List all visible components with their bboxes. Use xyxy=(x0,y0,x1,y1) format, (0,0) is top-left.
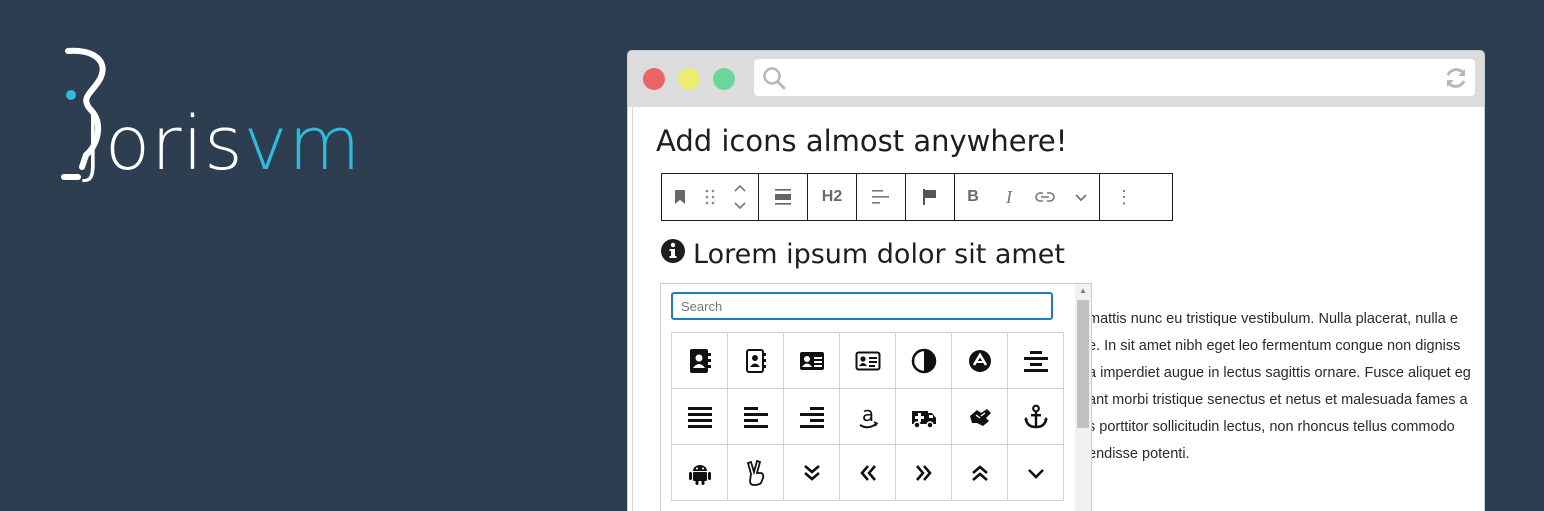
icon-grid: a xyxy=(671,332,1064,501)
address-book-outline-icon[interactable] xyxy=(728,333,784,389)
close-window-button[interactable] xyxy=(643,68,665,90)
anchor-icon[interactable] xyxy=(1008,389,1064,445)
more-options-button[interactable]: ⋮ xyxy=(1100,174,1148,220)
peace-hand-icon[interactable] xyxy=(728,445,784,501)
angle-double-right-icon[interactable] xyxy=(896,445,952,501)
toolbar-group-block xyxy=(662,174,759,220)
align-right-icon[interactable] xyxy=(784,389,840,445)
toolbar-group-format: B I xyxy=(955,174,1100,220)
toolbar-group-icon xyxy=(906,174,955,220)
search-icon xyxy=(762,66,786,95)
svg-text:a: a xyxy=(861,404,873,426)
paragraph-block[interactable]: mattis nunc eu tristique vestibulum. Nul… xyxy=(1088,306,1484,468)
angle-double-up-icon[interactable] xyxy=(952,445,1008,501)
paragraph-line: a imperdiet augue in lectus sagittis orn… xyxy=(1088,365,1471,381)
amazon-icon[interactable]: a xyxy=(840,389,896,445)
angle-down-icon[interactable] xyxy=(1008,445,1064,501)
logo-wordmark: Jorisvm xyxy=(82,104,362,184)
scroll-thumb[interactable] xyxy=(1077,300,1089,428)
page-title: Add icons almost anywhere! xyxy=(656,124,1068,158)
address-card-icon[interactable] xyxy=(784,333,840,389)
block-heading-text: Lorem ipsum dolor sit amet xyxy=(693,239,1065,270)
italic-button[interactable]: I xyxy=(991,174,1027,220)
info-circle-icon xyxy=(661,239,685,270)
icon-picker-popover: ▲ xyxy=(660,283,1092,511)
logo-text-main: Joris xyxy=(82,101,244,187)
ambulance-icon[interactable] xyxy=(896,389,952,445)
address-card-outline-icon[interactable] xyxy=(840,333,896,389)
align-left-icon[interactable] xyxy=(728,389,784,445)
angellist-circle-icon[interactable] xyxy=(952,333,1008,389)
bookmark-icon[interactable] xyxy=(662,174,698,220)
toolbar-group-align xyxy=(759,174,808,220)
align-center-icon[interactable] xyxy=(1008,333,1064,389)
link-icon[interactable] xyxy=(1027,174,1063,220)
address-book-icon[interactable] xyxy=(672,333,728,389)
icon-search-input[interactable] xyxy=(671,292,1053,320)
paragraph-line: s porttitor sollicitudin lectus, non rho… xyxy=(1088,419,1455,435)
minimize-window-button[interactable] xyxy=(678,68,700,90)
paragraph-line: e. In sit amet nibh eget leo fermentum c… xyxy=(1088,338,1461,354)
browser-window: Add icons almost anywhere! H2 B I ⋮ Lore… xyxy=(628,51,1484,511)
align-justify-icon[interactable] xyxy=(672,389,728,445)
text-align-icon[interactable] xyxy=(857,174,905,220)
toolbar-group-more: ⋮ xyxy=(1100,174,1148,220)
paragraph-line: endisse potenti. xyxy=(1088,446,1190,462)
chevron-down-icon[interactable] xyxy=(1063,174,1099,220)
maximize-window-button[interactable] xyxy=(713,68,735,90)
align-wide-icon[interactable] xyxy=(759,174,807,220)
browser-titlebar xyxy=(628,51,1484,107)
angle-double-left-icon[interactable] xyxy=(840,445,896,501)
block-heading: Lorem ipsum dolor sit amet xyxy=(661,239,1065,270)
toolbar-group-heading: H2 xyxy=(808,174,857,220)
move-up-down-control[interactable] xyxy=(722,174,758,220)
address-bar[interactable] xyxy=(754,59,1475,96)
block-toolbar: H2 B I ⋮ xyxy=(661,173,1173,221)
heading-level-button[interactable]: H2 xyxy=(808,174,856,220)
paragraph-line: mattis nunc eu tristique vestibulum. Nul… xyxy=(1088,311,1458,327)
reload-icon[interactable] xyxy=(1443,65,1469,96)
sign-language-icon[interactable] xyxy=(952,389,1008,445)
scroll-up-arrow-icon[interactable]: ▲ xyxy=(1078,286,1088,296)
drag-handle-icon[interactable] xyxy=(698,174,722,220)
paragraph-line: ant morbi tristique senectus et netus et… xyxy=(1088,392,1468,408)
android-icon[interactable] xyxy=(672,445,728,501)
picker-scrollbar[interactable]: ▲ xyxy=(1075,284,1091,511)
angle-double-down-icon[interactable] xyxy=(784,445,840,501)
toolbar-group-text-align xyxy=(857,174,906,220)
adjust-icon[interactable] xyxy=(896,333,952,389)
flag-icon[interactable] xyxy=(906,174,954,220)
logo-text-accent: vm xyxy=(243,101,362,187)
bold-button[interactable]: B xyxy=(955,174,991,220)
